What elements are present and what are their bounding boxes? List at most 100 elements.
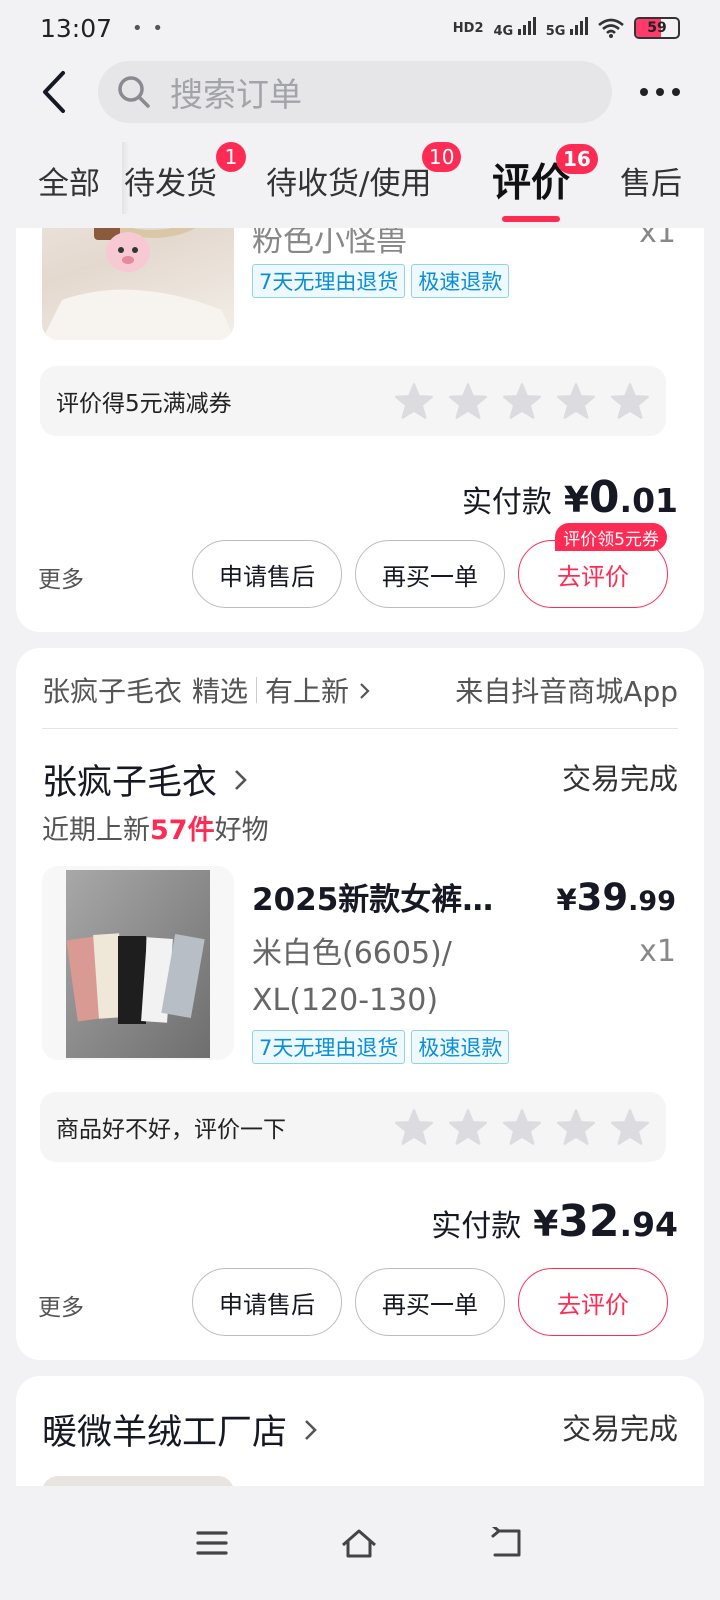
- paid-amount: 实付款 ¥ 32 .94: [431, 1196, 678, 1247]
- spec-color: 米白色(6605)/: [252, 936, 452, 971]
- star-rating[interactable]: [394, 382, 666, 420]
- network-5g: 5G: [546, 17, 588, 39]
- source-shop: 张疯子毛衣: [42, 675, 183, 708]
- order-status: 交易完成: [561, 1412, 678, 1446]
- star-icon[interactable]: [556, 382, 596, 420]
- tab-badge: 1: [216, 142, 246, 172]
- notification-dots: • •: [132, 17, 166, 39]
- paid-integer: 32: [558, 1196, 620, 1247]
- star-icon[interactable]: [610, 382, 650, 420]
- write-review-button[interactable]: 去评价 评价领5元券: [518, 523, 668, 608]
- source-pick: 精选: [192, 675, 249, 708]
- active-tab-indicator: [502, 216, 561, 222]
- order-status: 交易完成: [561, 762, 678, 796]
- network-4g: 4G: [494, 17, 536, 39]
- source-row: 张疯子毛衣 精选 有上新 来自抖音商城App: [42, 668, 678, 712]
- paid-integer: 0: [588, 472, 620, 523]
- shop-name[interactable]: 暖微羊绒工厂店: [42, 1404, 319, 1455]
- paid-amount: 实付款 ¥ 0 .01: [462, 472, 678, 523]
- star-icon[interactable]: [556, 1108, 596, 1146]
- return-tag: 7天无理由退货: [252, 1030, 406, 1064]
- more-dots-icon[interactable]: [640, 88, 680, 96]
- signal-icon: [517, 17, 536, 35]
- product-price: ¥39.99: [556, 876, 676, 919]
- battery-icon: 59: [634, 17, 680, 39]
- menu-icon[interactable]: [195, 1528, 229, 1558]
- system-nav-bar: [0, 1486, 720, 1600]
- more-link[interactable]: 更多: [38, 1288, 84, 1322]
- star-icon[interactable]: [394, 382, 434, 420]
- star-icon[interactable]: [502, 382, 542, 420]
- chevron-right-icon: [305, 1419, 317, 1440]
- refund-tag: 极速退款: [411, 1030, 510, 1064]
- tab-to-receive[interactable]: 待收货/使用 10: [266, 142, 462, 203]
- wifi-icon: [598, 18, 624, 38]
- after-sale-button[interactable]: 申请售后: [192, 1268, 342, 1336]
- back-arrow-icon: [43, 71, 65, 113]
- review-prompt: 评价得5元满减券: [56, 391, 232, 417]
- after-sale-button[interactable]: 申请售后: [192, 540, 342, 608]
- back-nav-icon[interactable]: [489, 1527, 525, 1559]
- write-review-label: 去评价: [557, 562, 629, 591]
- tab-to-ship[interactable]: 待发货 1: [124, 142, 246, 203]
- star-icon[interactable]: [394, 1108, 434, 1146]
- buy-again-button[interactable]: 再买一单: [355, 540, 505, 608]
- paid-decimal: .01: [619, 481, 678, 520]
- divider: [42, 728, 678, 729]
- buy-again-button[interactable]: 再买一单: [355, 1268, 505, 1336]
- status-icons: HD2 4G 5G 59: [453, 17, 680, 39]
- source-divider: [256, 677, 258, 703]
- shop-subline: 近期上新57件好物: [42, 815, 269, 846]
- star-icon[interactable]: [610, 1108, 650, 1146]
- chevron-right-icon: [235, 769, 247, 790]
- status-bar: 13:07 • • HD2 4G 5G 59: [0, 0, 720, 56]
- order-tabs: 全部 待发货 1 待收货/使用 10 评价 16 售后: [0, 130, 720, 228]
- star-rating[interactable]: [394, 1108, 666, 1146]
- product-name[interactable]: 2025新款女裤…: [252, 874, 493, 919]
- paid-label: 实付款: [461, 485, 552, 520]
- review-bar[interactable]: 评价得5元满减券: [40, 366, 666, 436]
- tab-badge: 16: [556, 144, 598, 174]
- product-thumbnail[interactable]: [42, 866, 234, 1060]
- search-placeholder: 搜索订单: [170, 75, 302, 114]
- source-new-link[interactable]: 有上新: [265, 670, 372, 710]
- paid-decimal: .94: [619, 1205, 678, 1244]
- star-icon[interactable]: [448, 1108, 488, 1146]
- review-coupon-badge: 评价领5元券: [555, 523, 667, 551]
- chevron-right-icon: [360, 683, 370, 699]
- order-actions: 更多 申请售后 再买一单 去评价 评价领5元券: [16, 523, 704, 610]
- battery-level: 59: [647, 20, 667, 36]
- paid-label: 实付款: [431, 1209, 522, 1244]
- order-card: 张疯子毛衣 精选 有上新 来自抖音商城App 张疯子毛衣 交易完成 近期上新57…: [16, 648, 704, 1360]
- back-button[interactable]: [26, 64, 82, 120]
- order-card: 粉色小怪兽 x1 7天无理由退货 极速退款 评价得5元满减券 实付款 ¥ 0 .…: [16, 160, 704, 632]
- shop-name[interactable]: 张疯子毛衣: [42, 754, 249, 805]
- search-row: 搜索订单: [0, 56, 720, 128]
- tab-after-sale[interactable]: 售后: [620, 158, 682, 203]
- write-review-button[interactable]: 去评价: [518, 1268, 668, 1336]
- review-prompt: 商品好不好，评价一下: [56, 1117, 286, 1143]
- more-link[interactable]: 更多: [38, 560, 84, 594]
- refund-tag: 极速退款: [411, 264, 510, 298]
- signal-icon: [570, 17, 588, 35]
- hd-indicator: HD2: [452, 20, 484, 36]
- paid-currency: ¥: [533, 1204, 559, 1245]
- order-actions: 更多 申请售后 再买一单 去评价: [16, 1268, 704, 1338]
- star-icon[interactable]: [448, 382, 488, 420]
- tab-review[interactable]: 评价 16: [492, 144, 598, 222]
- star-icon[interactable]: [502, 1108, 542, 1146]
- service-tags: 7天无理由退货 极速退款: [252, 264, 510, 298]
- source-app: 来自抖音商城App: [455, 675, 678, 708]
- product-spec: 米白色(6605)/ XL(120-130): [252, 930, 452, 1024]
- paid-currency: ¥: [563, 480, 589, 521]
- search-input[interactable]: 搜索订单: [98, 61, 612, 123]
- return-tag: 7天无理由退货: [252, 264, 406, 298]
- tab-badge: 10: [422, 142, 462, 172]
- status-time: 13:07: [40, 13, 113, 43]
- pants-image: [66, 870, 210, 1058]
- tab-all[interactable]: 全部: [38, 158, 100, 203]
- product-qty: x1: [639, 934, 676, 969]
- home-icon[interactable]: [339, 1527, 379, 1559]
- service-tags: 7天无理由退货 极速退款: [252, 1030, 510, 1064]
- review-bar[interactable]: 商品好不好，评价一下: [40, 1092, 666, 1162]
